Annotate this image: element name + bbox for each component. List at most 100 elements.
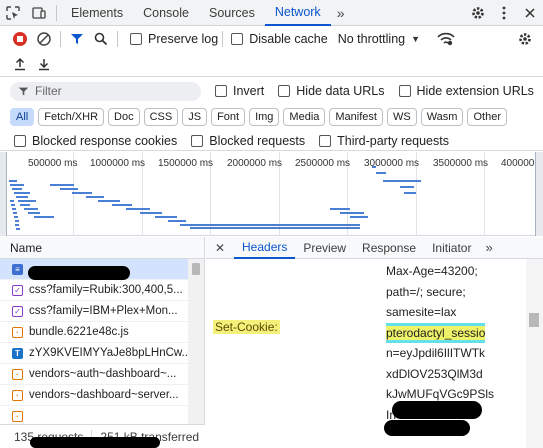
blocked-filter-row: Blocked response cookies Blocked request… xyxy=(0,131,543,151)
redaction-mark xyxy=(392,401,482,419)
request-name: css?family=IBM+Plex+Mon... xyxy=(29,305,178,317)
request-row[interactable]: · bundle.6221e48c.js xyxy=(0,322,204,343)
device-toolbar-icon[interactable] xyxy=(26,0,52,26)
checkbox-box[interactable] xyxy=(319,134,332,147)
request-list-scrollbar[interactable] xyxy=(188,259,204,426)
preserve-log-checkbox[interactable]: Preserve log xyxy=(130,32,218,46)
chip-js[interactable]: JS xyxy=(182,108,208,126)
close-detail-icon[interactable]: ✕ xyxy=(206,241,234,255)
invert-checkbox[interactable]: Invert xyxy=(215,84,264,98)
checkbox-box[interactable] xyxy=(215,85,227,97)
stop-recording-icon[interactable] xyxy=(8,27,32,51)
filter-input[interactable]: Filter xyxy=(10,81,201,101)
checkbox-box[interactable] xyxy=(130,33,142,45)
network-overview-timeline[interactable]: 500000 ms 1000000 ms 1500000 ms 2000000 … xyxy=(0,152,543,236)
chip-manifest[interactable]: Manifest xyxy=(329,108,383,126)
tab-network[interactable]: Network xyxy=(264,0,331,26)
request-detail-pane: ✕ Headers Preview Response Initiator » S… xyxy=(206,237,543,448)
timeline-label: 1000000 ms xyxy=(90,158,146,169)
request-name: vendors~auth~dashboard~... xyxy=(29,368,177,380)
close-devtools-icon[interactable] xyxy=(517,0,543,26)
blocked-response-cookies-checkbox[interactable]: Blocked response cookies xyxy=(14,134,177,148)
hide-data-urls-checkbox[interactable]: Hide data URLs xyxy=(278,84,385,98)
blocked-requests-checkbox[interactable]: Blocked requests xyxy=(191,134,305,148)
tab-console[interactable]: Console xyxy=(133,0,199,26)
script-icon: · xyxy=(12,389,23,401)
tab-headers[interactable]: Headers xyxy=(234,237,296,259)
filter-placeholder: Filter xyxy=(35,84,62,98)
disable-cache-checkbox[interactable]: Disable cache xyxy=(231,32,328,46)
timeline-label: 500000 ms xyxy=(28,158,78,169)
filter-funnel-icon[interactable] xyxy=(65,27,89,51)
checkbox-box[interactable] xyxy=(398,85,411,97)
network-conditions-wifi-icon[interactable] xyxy=(434,27,458,51)
invert-label: Invert xyxy=(233,84,265,98)
redaction-mark xyxy=(384,420,470,436)
chip-img[interactable]: Img xyxy=(249,108,280,126)
inspect-element-icon[interactable] xyxy=(0,0,26,26)
chip-ws[interactable]: WS xyxy=(386,108,417,126)
request-name: vendors~dashboard~server... xyxy=(29,389,179,401)
resource-type-filter: All Fetch/XHR Doc CSS JS Font Img Media … xyxy=(0,106,543,128)
redaction-mark xyxy=(28,266,130,280)
blocked-requests-label: Blocked requests xyxy=(209,133,306,148)
divider xyxy=(60,31,61,47)
name-column-header[interactable]: Name xyxy=(0,237,204,259)
more-tabs-button[interactable]: » xyxy=(331,5,351,21)
request-row[interactable]: · vendors~auth~dashboard~... xyxy=(0,364,204,385)
chip-font[interactable]: Font xyxy=(211,108,246,126)
chip-all[interactable]: All xyxy=(10,108,35,126)
tab-response[interactable]: Response xyxy=(354,237,424,259)
tab-preview[interactable]: Preview xyxy=(295,237,354,259)
chip-doc[interactable]: Doc xyxy=(108,108,140,126)
request-name: bundle.6221e48c.js xyxy=(29,326,129,338)
tab-sources[interactable]: Sources xyxy=(199,0,265,26)
stylesheet-icon: ✓ xyxy=(12,305,23,317)
preserve-log-label: Preserve log xyxy=(148,32,219,46)
script-icon: · xyxy=(12,368,23,380)
chip-fetch-xhr[interactable]: Fetch/XHR xyxy=(38,108,105,126)
font-icon: T xyxy=(12,347,23,359)
clear-icon[interactable] xyxy=(32,27,56,51)
request-row[interactable]: ✓ css?family=Rubik:300,400,5... xyxy=(0,280,204,301)
chip-css[interactable]: CSS xyxy=(143,108,179,126)
request-list-scroll-thumb[interactable] xyxy=(192,263,200,275)
network-toolbar: Preserve log Disable cache No throttling… xyxy=(0,26,543,52)
request-name: css?family=Rubik:300,400,5... xyxy=(29,284,183,296)
checkbox-box[interactable] xyxy=(231,33,244,45)
checkbox-box[interactable] xyxy=(191,134,204,147)
request-row[interactable]: · vendors~dashboard~server... xyxy=(0,385,204,406)
third-party-requests-checkbox[interactable]: Third-party requests xyxy=(319,134,449,148)
set-cookie-header-name: Set-Cookie: xyxy=(213,320,280,334)
throttling-select[interactable]: No throttling ▼ xyxy=(338,32,420,46)
chip-other[interactable]: Other xyxy=(467,108,507,126)
network-settings-gear-icon[interactable] xyxy=(513,27,537,51)
timeline-range-handle-right[interactable] xyxy=(535,152,543,236)
detail-scroll-thumb[interactable] xyxy=(529,313,539,327)
more-options-icon[interactable] xyxy=(491,0,517,26)
timeline-label: 1500000 ms xyxy=(158,158,214,169)
hide-extension-urls-checkbox[interactable]: Hide extension URLs xyxy=(398,84,534,98)
hide-data-urls-label: Hide data URLs xyxy=(296,84,385,98)
export-har-download-icon[interactable] xyxy=(32,52,56,76)
request-row[interactable]: ✓ css?family=IBM+Plex+Mon... xyxy=(0,301,204,322)
filter-row: Filter Invert Hide data URLs Hide extens… xyxy=(0,79,543,103)
timeline-range-handle-left[interactable] xyxy=(0,152,7,236)
settings-gear-icon[interactable] xyxy=(465,0,491,26)
more-detail-tabs-button[interactable]: » xyxy=(479,240,492,255)
script-icon: · xyxy=(12,410,23,422)
checkbox-box[interactable] xyxy=(278,85,291,97)
stylesheet-icon: ✓ xyxy=(12,284,23,296)
chip-wasm[interactable]: Wasm xyxy=(420,108,464,126)
checkbox-box[interactable] xyxy=(14,134,26,147)
chip-media[interactable]: Media xyxy=(283,108,326,126)
tab-initiator[interactable]: Initiator xyxy=(424,237,479,259)
import-har-upload-icon[interactable] xyxy=(8,52,32,76)
divider xyxy=(222,31,224,47)
request-row[interactable]: T zYX9KVEIMYYaJe8bpLHnCw... xyxy=(0,343,204,364)
tab-elements[interactable]: Elements xyxy=(61,0,133,26)
detail-scrollbar[interactable] xyxy=(526,259,543,448)
chevron-down-icon: ▼ xyxy=(411,34,421,44)
search-icon[interactable] xyxy=(89,27,113,51)
third-party-requests-label: Third-party requests xyxy=(337,133,449,148)
